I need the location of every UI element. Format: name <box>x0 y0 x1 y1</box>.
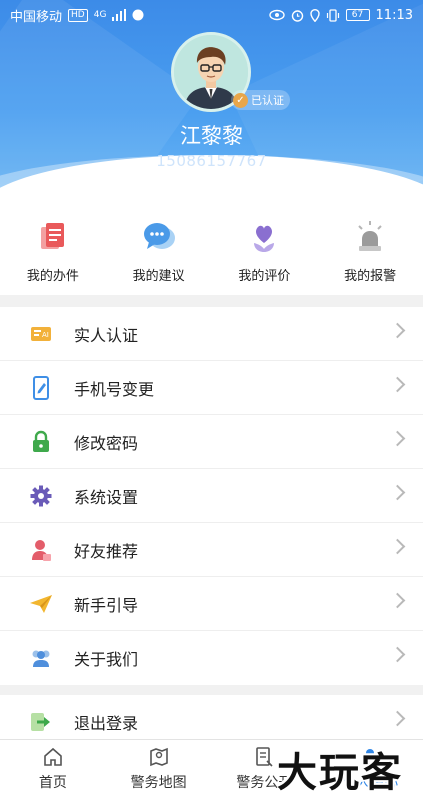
nav-tab-label: 警务地图 <box>130 775 187 791</box>
menu-item-label: 实人认证 <box>74 325 139 345</box>
heart-flower-icon <box>254 225 275 252</box>
check-icon: ✓ <box>233 92 248 108</box>
group-icon <box>29 646 53 670</box>
network-label: 4G <box>93 10 107 20</box>
home-icon <box>44 747 62 766</box>
location-icon <box>309 8 320 22</box>
settings-menu: AI 实人认证 手机号变更 修改密码 系统设置 好友推荐 新手引导 关于我们 <box>0 307 423 685</box>
alarm-light-icon <box>358 221 382 251</box>
menu-item-label: 手机号变更 <box>74 379 155 399</box>
verified-badge: ✓ 已认证 <box>231 90 290 110</box>
chevron-right-icon <box>389 376 406 393</box>
svg-text:AI: AI <box>42 331 49 339</box>
status-bar: 中国移动 HD 4G 67 11:13 <box>0 0 423 30</box>
vibrate-icon <box>326 8 339 22</box>
map-icon <box>149 747 168 767</box>
user-name: 江黎黎 <box>180 124 243 148</box>
quick-action-my-reviews[interactable]: 我的评价 <box>212 205 318 295</box>
quick-action-label: 我的评价 <box>238 269 291 284</box>
paper-plane-icon <box>29 592 53 616</box>
logout-label: 退出登录 <box>74 713 139 733</box>
carrier-label: 中国移动 <box>10 9 63 25</box>
verified-label: 已认证 <box>251 94 284 107</box>
quick-action-my-suggestions[interactable]: 我的建议 <box>106 205 212 295</box>
menu-item-beginner-guide[interactable]: 新手引导 <box>0 577 423 631</box>
document-icon <box>40 223 64 249</box>
nav-tab-label: 首页 <box>38 775 67 791</box>
eye-icon <box>268 9 285 21</box>
menu-item-label: 好友推荐 <box>74 541 139 561</box>
signal-icon <box>112 9 127 21</box>
quick-action-label: 我的办件 <box>26 269 79 284</box>
chevron-right-icon <box>389 710 406 727</box>
menu-item-system-settings[interactable]: 系统设置 <box>0 469 423 523</box>
quick-action-my-cases[interactable]: 我的办件 <box>0 205 106 295</box>
chevron-right-icon <box>389 322 406 339</box>
id-card-icon: AI <box>29 322 53 346</box>
watermark: 大玩客 <box>277 750 403 796</box>
chat-bubble-icon <box>143 223 175 249</box>
quick-action-label: 我的建议 <box>132 269 185 284</box>
logout-icon <box>29 710 53 734</box>
chevron-right-icon <box>389 592 406 609</box>
lock-icon <box>29 430 53 454</box>
menu-item-change-password[interactable]: 修改密码 <box>0 415 423 469</box>
user-phone: 15086157767 <box>156 152 267 170</box>
nav-tab-police-map[interactable]: 警务地图 <box>106 740 212 800</box>
menu-item-real-name-auth[interactable]: AI 实人认证 <box>0 307 423 361</box>
user-recommend-icon <box>29 538 53 562</box>
notice-icon <box>256 747 273 767</box>
hd-badge: HD <box>68 8 88 22</box>
chevron-right-icon <box>389 430 406 447</box>
battery-indicator: 67 <box>345 9 370 21</box>
menu-item-label: 关于我们 <box>74 650 139 669</box>
app-notification-icon <box>132 9 144 21</box>
chevron-right-icon <box>389 484 406 501</box>
nav-tab-home[interactable]: 首页 <box>0 740 106 800</box>
menu-item-label: 系统设置 <box>74 487 139 507</box>
gear-icon <box>29 484 53 508</box>
quick-action-my-alarms[interactable]: 我的报警 <box>317 205 423 295</box>
menu-item-label: 修改密码 <box>74 433 139 453</box>
menu-item-change-phone[interactable]: 手机号变更 <box>0 361 423 415</box>
quick-action-label: 我的报警 <box>344 269 397 284</box>
menu-item-label: 新手引导 <box>74 595 139 615</box>
chevron-right-icon <box>389 538 406 555</box>
menu-item-recommend-friends[interactable]: 好友推荐 <box>0 523 423 577</box>
quick-actions: 我的办件 我的建议 我的评价 我的报警 <box>0 205 423 295</box>
chevron-right-icon <box>389 646 406 663</box>
menu-item-about-us[interactable]: 关于我们 <box>0 631 423 685</box>
clock: 11:13 <box>375 7 413 23</box>
phone-edit-icon <box>29 375 53 400</box>
alarm-clock-icon <box>291 9 303 22</box>
